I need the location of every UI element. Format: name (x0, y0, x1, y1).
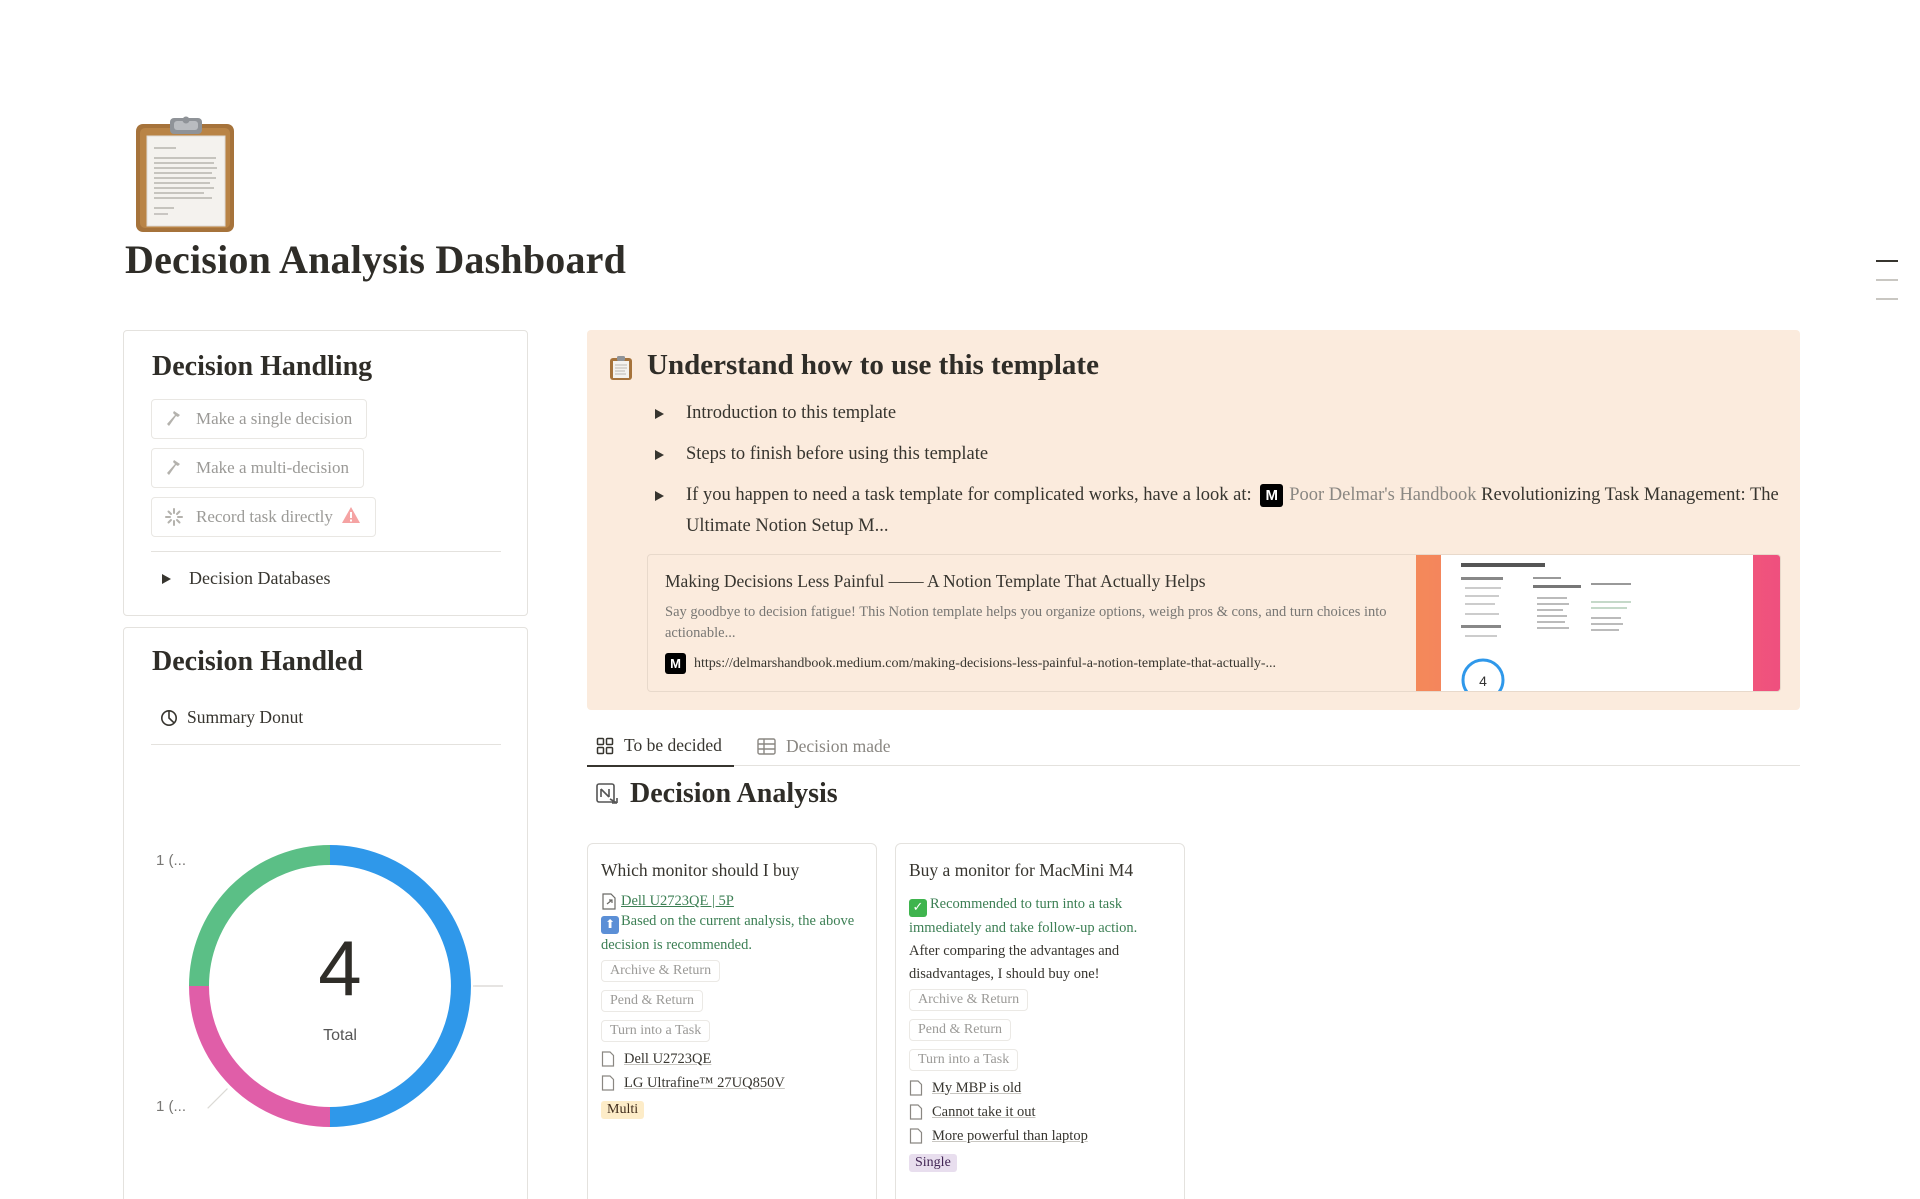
decision-analysis-heading: Decision Analysis (595, 778, 838, 810)
decision-handling-title: Decision Handling (152, 351, 373, 382)
handbook-toggle-text: If you happen to need a task template fo… (686, 480, 1785, 542)
bookmark-title: Making Decisions Less Painful —— A Notio… (665, 571, 1206, 591)
tab-to-be-decided[interactable]: To be decided (587, 726, 734, 767)
hammer-icon (164, 458, 184, 478)
decision-type-tag: Single (909, 1153, 957, 1172)
page-icon (909, 1080, 923, 1096)
related-reason-label: My MBP is old (932, 1079, 1022, 1096)
toggle-triangle-icon (162, 573, 171, 584)
warning-icon (341, 506, 361, 529)
medium-logo-icon: M (665, 653, 686, 674)
steps-toggle[interactable]: Steps to finish before using this templa… (655, 439, 988, 470)
pend-return-button[interactable]: Pend & Return (601, 989, 703, 1012)
database-view-tabs: To be decided Decision made (587, 726, 1800, 767)
recommended-option-link[interactable]: Dell U2723QE | 5P (601, 893, 863, 910)
bookmark-url: https://delmarshandbook.medium.com/makin… (694, 655, 1277, 671)
template-guide-callout: Understand how to use this template Intr… (587, 330, 1800, 710)
check-mark-icon: ✓ (909, 898, 927, 917)
handbook-toggle[interactable]: If you happen to need a task template fo… (655, 480, 1785, 542)
introduction-toggle[interactable]: Introduction to this template (655, 398, 896, 429)
donut-total-label: Total (323, 1027, 357, 1044)
decision-analysis-title: Decision Analysis (630, 778, 838, 809)
handbook-prefix: If you happen to need a task template fo… (686, 485, 1252, 505)
related-reason[interactable]: Cannot take it out (909, 1104, 1171, 1121)
toggle-triangle-icon (655, 450, 664, 460)
related-reason-label: Cannot take it out (932, 1103, 1036, 1120)
clipboard-icon[interactable] (134, 116, 238, 234)
archive-return-button[interactable]: Archive & Return (909, 988, 1029, 1011)
donut-total-value: 4 (318, 924, 362, 1012)
hammer-icon (164, 409, 184, 429)
decision-handled-panel: Decision Handled Summary Donut 1 (... 1 … (123, 627, 528, 1199)
table-of-contents-indicator[interactable] (1876, 260, 1898, 317)
card-title: Which monitor should I buy (601, 860, 800, 880)
turn-into-task-button[interactable]: Turn into a Task (909, 1048, 1019, 1071)
decision-type-tag: Multi (601, 1100, 645, 1119)
donut-slice-label: 1 (... (156, 1098, 187, 1115)
up-arrow-icon: ⬆ (601, 915, 619, 934)
recommendation-note-text: Based on the current analysis, the above… (601, 913, 855, 953)
make-single-decision-button[interactable]: Make a single decision (151, 399, 368, 439)
svg-text:4: 4 (1479, 673, 1487, 689)
make-single-decision-label: Make a single decision (196, 409, 353, 428)
bookmark-thumbnail: 4 (1416, 555, 1780, 691)
handbook-mention-label: Poor Delmar's Handbook (1289, 485, 1477, 505)
recommendation-note-text: Recommended to turn into a task immediat… (909, 896, 1138, 936)
turn-into-task-button[interactable]: Turn into a Task (601, 1019, 711, 1042)
panel-divider (151, 551, 501, 552)
related-option-label: Dell U2723QE (624, 1050, 712, 1067)
related-option-label: LG Ultrafine™ 27UQ850V (624, 1074, 785, 1091)
decision-conclusion: After comparing the advantages and disad… (909, 942, 1120, 982)
record-task-directly-label: Record task directly (196, 507, 333, 526)
donut-leader-line (207, 1088, 228, 1109)
decision-handling-panel: Decision Handling Make a single decision… (123, 330, 528, 616)
page-icon (601, 1051, 615, 1067)
handbook-mention-link[interactable]: M Poor Delmar's Handbook (1256, 480, 1477, 511)
page-title: Decision Analysis Dashboard (125, 237, 627, 282)
decision-card[interactable]: Buy a monitor for MacMini M4 ✓ Recommende… (895, 843, 1185, 1199)
bookmark-url-row: M https://delmarshandbook.medium.com/mak… (665, 653, 1276, 674)
toggle-triangle-icon (655, 409, 664, 419)
board-icon (596, 737, 614, 755)
related-reason[interactable]: My MBP is old (909, 1080, 1171, 1097)
decision-databases-toggle[interactable]: Decision Databases (162, 568, 330, 589)
recommendation-note: ✓ Recommended to turn into a task immedia… (909, 893, 1171, 940)
bookmark-preview-image: 4 (1441, 555, 1753, 691)
medium-logo-icon: M (1260, 484, 1284, 507)
tab-to-be-decided-label: To be decided (624, 735, 722, 755)
bookmark-description: Say goodbye to decision fatigue! This No… (665, 604, 1387, 641)
page-link-icon (601, 893, 617, 910)
summary-donut-chart: 1 (... 1 (... 4 Total (124, 628, 529, 1199)
decision-databases-label: Decision Databases (189, 568, 331, 588)
notion-link-icon (595, 781, 621, 807)
tab-decision-made-label: Decision made (786, 735, 891, 756)
related-option[interactable]: LG Ultrafine™ 27UQ850V (601, 1075, 863, 1092)
toggle-triangle-icon (655, 491, 664, 501)
introduction-toggle-label: Introduction to this template (686, 403, 897, 423)
archive-return-button[interactable]: Archive & Return (601, 959, 721, 982)
donut-slice-label: 1 (... (156, 852, 187, 869)
page-icon (909, 1104, 923, 1120)
decision-card[interactable]: Which monitor should I buy Dell U2723QE … (587, 843, 877, 1199)
tab-decision-made[interactable]: Decision made (757, 726, 890, 766)
table-icon (757, 737, 776, 755)
callout-title: Understand how to use this template (647, 349, 1099, 381)
recommended-option-label: Dell U2723QE | 5P (621, 893, 734, 909)
make-multi-decision-label: Make a multi-decision (196, 458, 349, 477)
make-multi-decision-button[interactable]: Make a multi-decision (151, 448, 364, 488)
recommendation-note: ⬆ Based on the current analysis, the abov… (601, 910, 863, 957)
steps-toggle-label: Steps to finish before using this templa… (686, 444, 989, 464)
page-icon (909, 1128, 923, 1144)
related-reason[interactable]: More powerful than laptop (909, 1128, 1171, 1145)
clipboard-icon (609, 355, 633, 386)
card-title: Buy a monitor for MacMini M4 (909, 860, 1134, 880)
pend-return-button[interactable]: Pend & Return (909, 1018, 1011, 1041)
medium-bookmark[interactable]: Making Decisions Less Painful —— A Notio… (647, 554, 1781, 692)
related-reason-label: More powerful than laptop (932, 1127, 1088, 1144)
sparkle-icon (164, 507, 184, 527)
record-task-directly-button[interactable]: Record task directly (151, 497, 376, 537)
related-option[interactable]: Dell U2723QE (601, 1051, 863, 1068)
page-icon (601, 1075, 615, 1091)
